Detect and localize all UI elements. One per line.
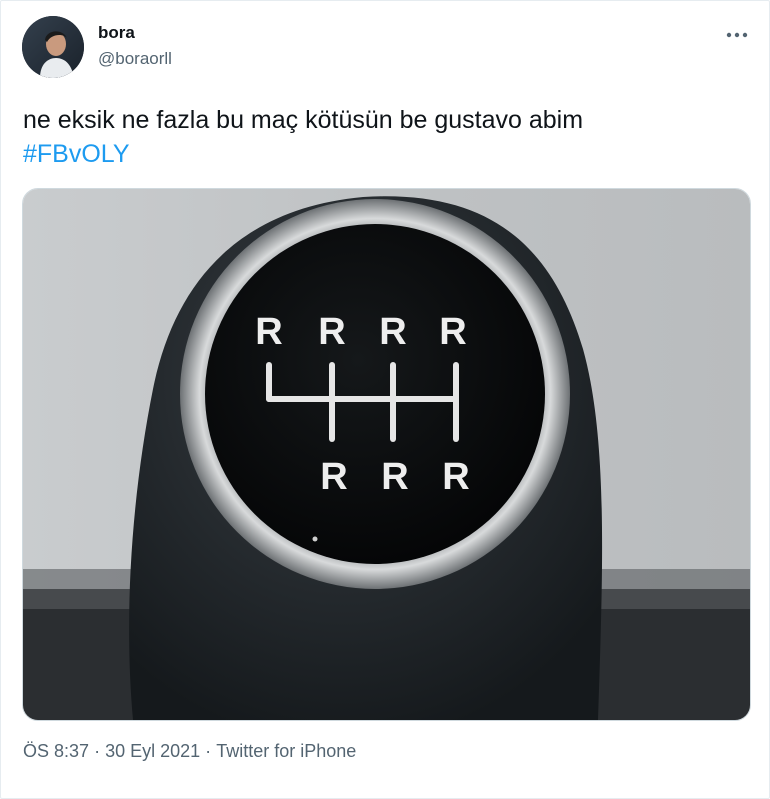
knob-label: R [442,456,469,498]
tweet-media-image[interactable]: R R R R R R R [22,188,751,721]
avatar[interactable] [22,16,84,78]
gear-shift-knob-image: R R R R R R R [23,189,750,720]
knob-label: R [318,311,345,353]
display-name[interactable]: bora [98,23,135,43]
tweet-body: ne eksik ne fazla bu maç kötüsün be gust… [23,103,749,171]
tweet-text: ne eksik ne fazla bu maç kötüsün be gust… [23,106,584,134]
knob-label: R [255,311,282,353]
knob-label: R [379,311,406,353]
tweet-source[interactable]: Twitter for iPhone [216,741,356,762]
meta-separator: · [205,741,212,761]
tweet-date[interactable]: 30 Eyl 2021 [105,741,200,762]
meta-separator: · [94,741,101,761]
knob-label: R [320,456,347,498]
more-options-button[interactable] [723,23,751,47]
tweet-time[interactable]: ÖS 8:37 [23,741,89,762]
knob-label: R [381,456,408,498]
user-handle[interactable]: @boraorll [98,49,172,69]
tweet-metadata: ÖS 8:37 · 30 Eyl 2021 · Twitter for iPho… [23,741,356,762]
knob-label: R [439,311,466,353]
hashtag-link[interactable]: #FBvOLY [23,137,130,171]
avatar-photo [22,16,84,78]
tweet-card: bora @boraorll ne eksik ne fazla bu maç … [0,0,770,799]
more-dots-icon [726,32,748,38]
